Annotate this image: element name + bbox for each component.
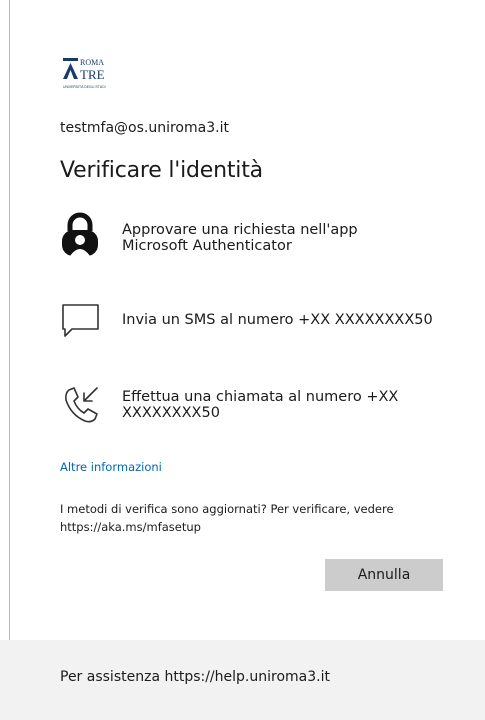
option-authenticator-label: Approvare una richiesta nell'app Microso…: [122, 222, 358, 254]
logo-subtitle: UNIVERSITÀ DEGLI STUDI: [63, 85, 106, 89]
roma-tre-logo: ROMA TRE UNIVERSITÀ DEGLI STUDI: [62, 57, 114, 93]
cancel-button[interactable]: Annulla: [325, 559, 443, 591]
option-sms-label: Invia un SMS al numero +XX XXXXXXXX50: [122, 312, 433, 328]
option-phone-call-label: Effettua una chiamata al numero +XX XXXX…: [122, 389, 399, 421]
verification-methods-note: I metodi di verifica sono aggiornati? Pe…: [60, 502, 394, 534]
more-info-link[interactable]: Altre informazioni: [60, 460, 162, 474]
sms-message-icon: [60, 300, 100, 348]
phone-call-icon: [60, 384, 100, 432]
left-border: [9, 0, 10, 640]
option-authenticator-app[interactable]: Approvare una richiesta nell'app Microso…: [60, 212, 470, 270]
option-phone-call[interactable]: Effettua una chiamata al numero +XX XXXX…: [60, 384, 470, 442]
footer: Per assistenza https://help.uniroma3.it: [0, 640, 485, 720]
logo-text-roma: ROMA: [80, 58, 104, 67]
page-title: Verificare l'identità: [60, 158, 263, 183]
authenticator-lock-icon: [60, 212, 100, 260]
account-username: testmfa@os.uniroma3.it: [60, 120, 229, 136]
logo-text-tre: TRE: [80, 67, 105, 82]
footer-help-text: Per assistenza https://help.uniroma3.it: [60, 669, 330, 685]
option-sms[interactable]: Invia un SMS al numero +XX XXXXXXXX50: [60, 300, 470, 358]
